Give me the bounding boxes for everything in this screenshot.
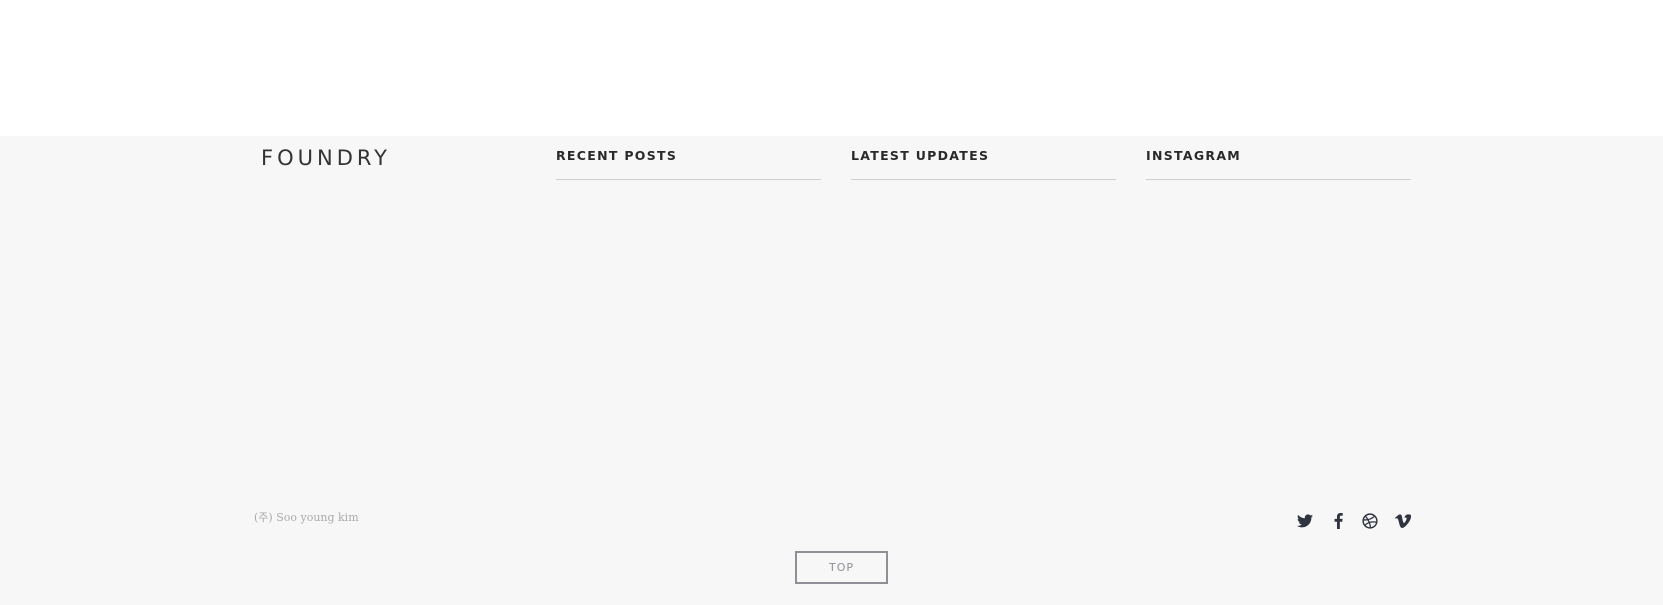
widget-divider (851, 178, 1116, 180)
widget-divider (1146, 178, 1411, 180)
back-to-top-button[interactable]: TOP (795, 551, 888, 584)
facebook-icon[interactable] (1329, 512, 1347, 530)
footer-logo[interactable]: FOUNDRY (261, 148, 391, 169)
copyright-text: (주) Soo young kim (254, 511, 359, 524)
twitter-icon[interactable] (1296, 512, 1314, 530)
widget-divider (556, 178, 821, 180)
site-footer: FOUNDRY RECENT POSTS LATEST UPDATES INST… (0, 136, 1663, 605)
page-top-area (0, 0, 1663, 136)
widget-instagram: INSTAGRAM (1146, 148, 1411, 180)
widget-title-instagram: INSTAGRAM (1146, 148, 1242, 163)
widget-latest-updates: LATEST UPDATES (851, 148, 1116, 180)
dribbble-icon[interactable] (1361, 512, 1379, 530)
widget-title-recent-posts: RECENT POSTS (556, 148, 678, 163)
vimeo-icon[interactable] (1394, 512, 1412, 530)
widget-title-latest-updates: LATEST UPDATES (851, 148, 990, 163)
widget-recent-posts: RECENT POSTS (556, 148, 821, 180)
